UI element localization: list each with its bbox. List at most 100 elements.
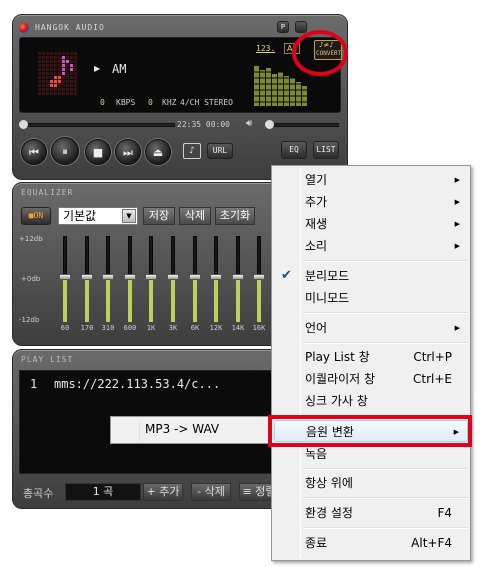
- volume-knob[interactable]: [265, 120, 274, 129]
- menu-item-always-on-top[interactable]: 항상 위에: [274, 472, 468, 494]
- eq-band-label: 1K: [146, 324, 156, 332]
- title-p-button[interactable]: P: [277, 21, 289, 33]
- menu-separator: [303, 468, 468, 470]
- stop-button[interactable]: ■: [85, 139, 111, 165]
- seek-bar[interactable]: [21, 123, 175, 127]
- eq-slider-60[interactable]: [59, 236, 71, 322]
- menu-separator: [303, 260, 468, 262]
- eq-reset-button[interactable]: 초기화: [215, 207, 255, 225]
- menu-item-exit-label: 종료: [305, 536, 328, 550]
- previous-button[interactable]: ⏮︎: [21, 139, 47, 165]
- eq-slider-fill: [257, 277, 261, 322]
- track-name: AM: [112, 62, 127, 76]
- url-button[interactable]: URL: [207, 143, 233, 159]
- submenu-arrow-icon: ▶: [454, 324, 460, 332]
- menu-item-equalizer-window-label: 이퀄라이저 창: [305, 372, 376, 386]
- menu-item-settings[interactable]: 환경 설정 F4: [274, 502, 468, 524]
- convert-submenu: MP3 -> WAV: [110, 416, 272, 444]
- eq-band-label: 6K: [190, 324, 200, 332]
- eq-slider-170[interactable]: [81, 236, 93, 322]
- shortcut-alt-f4: Alt+F4: [411, 536, 452, 550]
- volume-bar[interactable]: [267, 123, 339, 127]
- eq-slider-14K[interactable]: [232, 236, 244, 322]
- menu-item-play[interactable]: 재생 ▶: [274, 213, 468, 235]
- preset-value: 기본값: [63, 209, 97, 223]
- menu-item-open[interactable]: 열기 ▶: [274, 169, 468, 191]
- menu-item-add-label: 추가: [305, 195, 328, 209]
- eq-slider-knob[interactable]: [210, 274, 222, 280]
- eq-band-label: 310: [101, 324, 115, 332]
- menu-item-language-label: 언어: [305, 321, 328, 335]
- menu-item-mini-mode[interactable]: 미니모드: [274, 287, 468, 309]
- menu-item-language[interactable]: 언어 ▶: [274, 317, 468, 339]
- eq-slider-knob[interactable]: [232, 274, 244, 280]
- menu-separator: [303, 342, 468, 344]
- eq-slider-6K[interactable]: [189, 236, 201, 322]
- eq-slider-knob[interactable]: [102, 274, 114, 280]
- music-note-icon: [38, 52, 78, 96]
- eject-button[interactable]: ⏏︎: [145, 139, 171, 165]
- playlist-delete-button[interactable]: - 삭제: [191, 483, 231, 501]
- menu-item-playlist-window[interactable]: Play List 창 Ctrl+P: [274, 346, 468, 368]
- eq-slider-fill: [106, 277, 110, 322]
- playlist-add-button[interactable]: + 추가: [143, 483, 183, 501]
- minimize-button[interactable]: [295, 21, 307, 33]
- menu-item-play-label: 재생: [305, 217, 328, 231]
- menu-item-add[interactable]: 추가 ▶: [274, 191, 468, 213]
- eq-slider-knob[interactable]: [81, 274, 93, 280]
- eq-slider-fill: [85, 277, 89, 322]
- eq-button[interactable]: EQ: [281, 141, 307, 159]
- menu-item-open-label: 열기: [305, 173, 328, 187]
- eq-slider-3K[interactable]: [167, 236, 179, 322]
- menu-item-split-mode[interactable]: ✔ 분리모드: [274, 265, 468, 287]
- menu-item-exit[interactable]: 종료 Alt+F4: [274, 532, 468, 554]
- app-logo-icon: [19, 23, 29, 33]
- eq-band-label: 3K: [168, 324, 178, 332]
- submenu-item-mp3-wav[interactable]: MP3 -> WAV: [145, 422, 219, 436]
- volume-icon[interactable]: 🔊︎: [246, 118, 252, 129]
- total-songs-count: 1 곡: [65, 483, 141, 501]
- chevron-down-icon[interactable]: ▼: [122, 209, 136, 223]
- eq-slider-knob[interactable]: [253, 274, 265, 280]
- counter-display: 123.: [256, 44, 276, 53]
- khz-value: 0: [148, 98, 153, 107]
- menu-item-lyrics-window[interactable]: 싱크 가사 창: [274, 390, 468, 412]
- eq-slider-knob[interactable]: [145, 274, 157, 280]
- playlist-title: PLAY LIST: [21, 355, 74, 364]
- app-title: HANGOK AUDIO: [35, 23, 105, 32]
- shortcut-ctrl-e: Ctrl+E: [413, 372, 452, 386]
- eq-slider-knob[interactable]: [189, 274, 201, 280]
- channel-info: 4/CH STEREO: [180, 98, 233, 107]
- menu-item-sound[interactable]: 소리 ▶: [274, 235, 468, 257]
- preset-select[interactable]: 기본값 ▼: [58, 207, 138, 225]
- eq-slider-1K[interactable]: [145, 236, 157, 322]
- eq-slider-knob[interactable]: [167, 274, 179, 280]
- eq-band-label: 12K: [209, 324, 223, 332]
- menu-item-split-mode-label: 분리모드: [305, 269, 350, 283]
- eq-slider-knob[interactable]: [124, 274, 136, 280]
- menu-item-equalizer-window[interactable]: 이퀄라이저 창 Ctrl+E: [274, 368, 468, 390]
- submenu-arrow-icon: ▶: [454, 176, 460, 184]
- eq-band-label: 170: [80, 324, 94, 332]
- eq-delete-button[interactable]: 삭제: [179, 207, 211, 225]
- menu-separator: [303, 497, 468, 499]
- pause-button[interactable]: ⏸︎: [51, 137, 79, 165]
- eq-slider-fill: [171, 277, 175, 322]
- total-songs-label: 총곡수: [23, 487, 54, 500]
- eq-slider-12K[interactable]: [210, 236, 222, 322]
- eq-slider-600[interactable]: [124, 236, 136, 322]
- next-button[interactable]: ⏭︎: [115, 139, 141, 165]
- convert-menu-highlight-box: [268, 415, 472, 447]
- seek-knob[interactable]: [19, 120, 28, 129]
- playlist-row-url[interactable]: mms://222.113.53.4/c...: [54, 377, 220, 391]
- list-button[interactable]: LIST: [313, 141, 339, 159]
- menu-item-playlist-window-label: Play List 창: [305, 350, 370, 364]
- eq-slider-16K[interactable]: [253, 236, 265, 322]
- folder-music-icon[interactable]: ♪: [183, 143, 201, 159]
- db-high-label: +12db: [19, 235, 43, 243]
- eq-slider-310[interactable]: [102, 236, 114, 322]
- eq-save-button[interactable]: 저장: [143, 207, 175, 225]
- kbps-value: 0: [100, 98, 105, 107]
- eq-slider-knob[interactable]: [59, 274, 71, 280]
- eq-on-button[interactable]: ■ON: [21, 207, 51, 225]
